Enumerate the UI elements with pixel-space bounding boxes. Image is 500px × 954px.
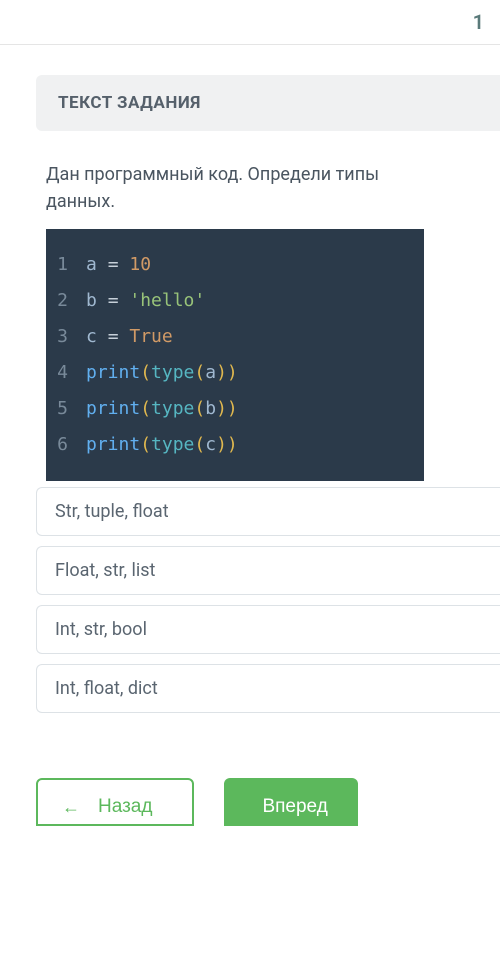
code-text: c = True <box>86 319 173 355</box>
line-number: 3 <box>46 319 86 355</box>
line-number: 1 <box>46 247 86 283</box>
code-line: 6print(type(c)) <box>46 427 424 463</box>
code-line: 4print(type(a)) <box>46 355 424 391</box>
answer-option-4[interactable]: Int, float, dict <box>36 664 500 713</box>
top-bar: 1 <box>0 0 500 45</box>
forward-button-label: Вперед <box>262 796 327 818</box>
code-text: print(type(c)) <box>86 427 238 463</box>
code-text: b = 'hello' <box>86 283 205 319</box>
line-number: 4 <box>46 355 86 391</box>
code-text: print(type(b)) <box>86 391 238 427</box>
code-block: 1a = 102b = 'hello'3c = True4print(type(… <box>46 229 424 481</box>
back-button-label: Назад <box>98 796 152 818</box>
code-text: a = 10 <box>86 247 151 283</box>
section-header: ТЕКСТ ЗАДАНИЯ <box>36 75 500 131</box>
answer-option-3[interactable]: Int, str, bool <box>36 605 500 654</box>
code-line: 5print(type(b)) <box>46 391 424 427</box>
question-text: Дан программный код. Определи типы данны… <box>36 161 500 215</box>
question-line-2: данных. <box>46 191 115 212</box>
forward-button[interactable]: Вперед <box>224 778 357 826</box>
line-number: 6 <box>46 427 86 463</box>
answer-option-2[interactable]: Float, str, list <box>36 546 500 595</box>
top-right-text: 1 <box>473 10 484 34</box>
code-text: print(type(a)) <box>86 355 238 391</box>
code-line: 2b = 'hello' <box>46 283 424 319</box>
question-line-1: Дан программный код. Определи типы <box>46 164 379 185</box>
content-area: ТЕКСТ ЗАДАНИЯ Дан программный код. Опред… <box>0 45 500 713</box>
arrow-left-icon: ← <box>62 797 80 818</box>
line-number: 2 <box>46 283 86 319</box>
section-title: ТЕКСТ ЗАДАНИЯ <box>58 93 478 113</box>
line-number: 5 <box>46 391 86 427</box>
answer-option-1[interactable]: Str, tuple, float <box>36 487 500 536</box>
answer-options: Str, tuple, float Float, str, list Int, st… <box>36 487 500 713</box>
code-line: 3c = True <box>46 319 424 355</box>
footer-buttons: ← Назад Вперед <box>0 778 500 826</box>
back-button[interactable]: ← Назад <box>36 778 194 826</box>
code-line: 1a = 10 <box>46 247 424 283</box>
